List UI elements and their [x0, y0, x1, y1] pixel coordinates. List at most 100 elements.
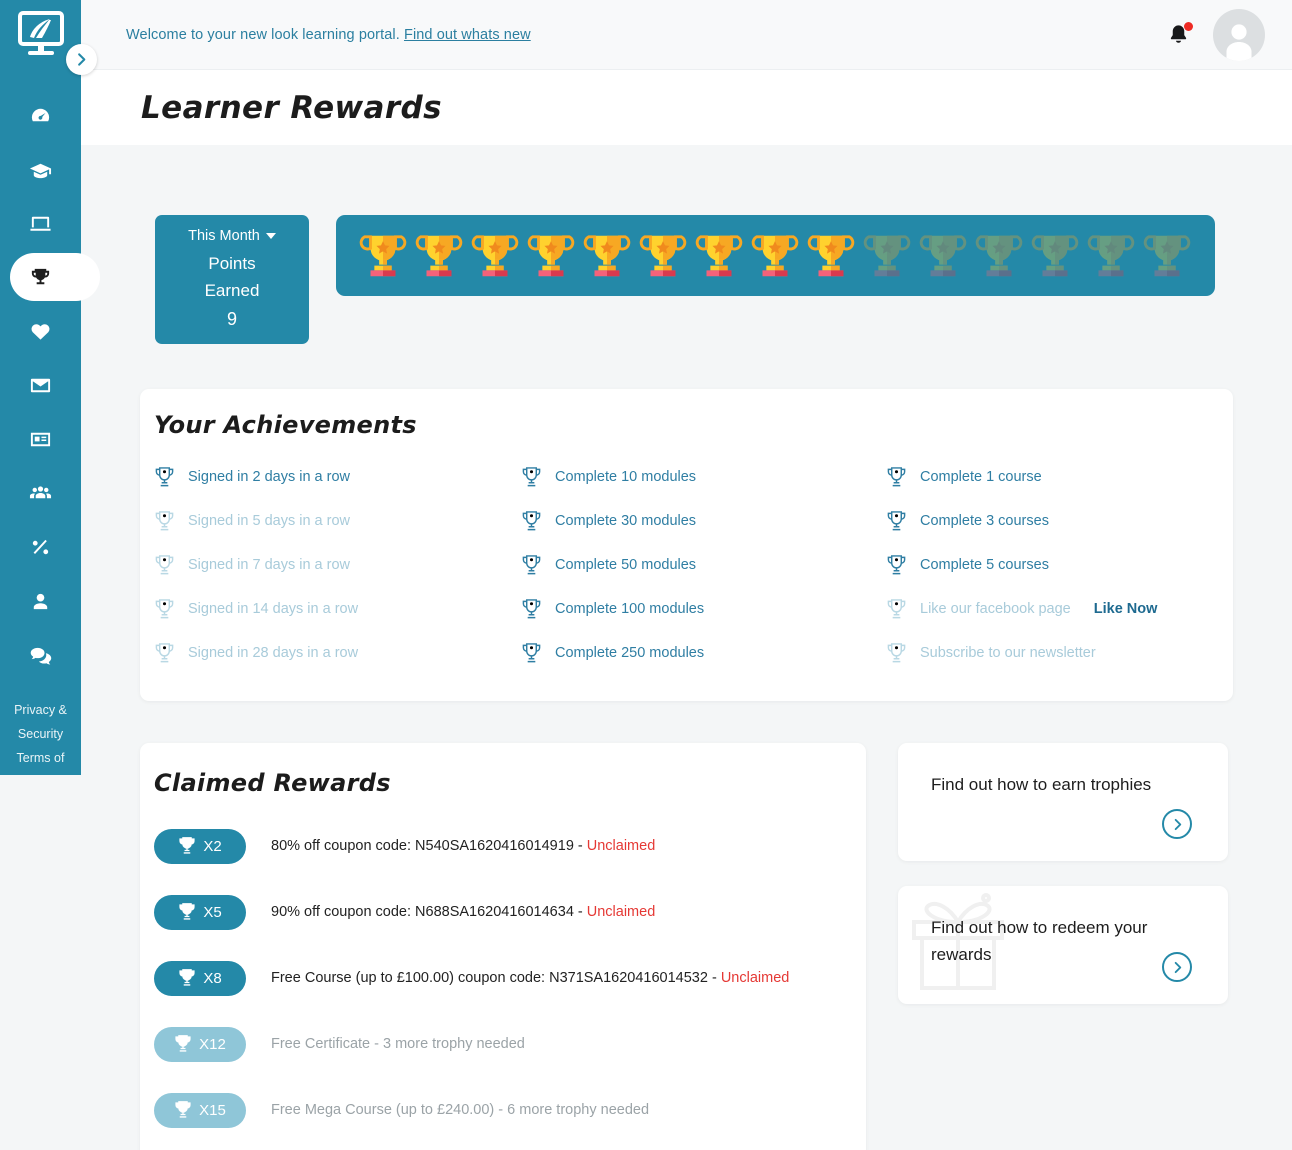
- trophy-badge-icon: [179, 903, 195, 920]
- achievement-item[interactable]: Like our facebook page Like Now: [886, 587, 1233, 631]
- sidebar-link-terms[interactable]: Terms of: [6, 746, 75, 770]
- sidebar-item-certificates[interactable]: [0, 412, 81, 466]
- achievement-item[interactable]: Complete 50 modules: [521, 543, 886, 587]
- trophy-outline-icon: [887, 642, 906, 662]
- reward-pill-count: X5: [203, 903, 222, 921]
- achievement-label: Complete 10 modules: [555, 469, 697, 485]
- chat-bubbles-icon: [30, 647, 52, 665]
- chevron-right-icon: [78, 53, 86, 66]
- achievement-item[interactable]: Complete 10 modules: [521, 455, 886, 499]
- achievement-item[interactable]: Signed in 28 days in a row: [154, 631, 521, 675]
- sidebar-item-offers[interactable]: [0, 520, 81, 574]
- gold-trophy-icon: [751, 234, 799, 276]
- trophy-progress-bar: [336, 215, 1215, 296]
- like-now-link[interactable]: Like Now: [1094, 601, 1158, 617]
- sidebar-item-rewards[interactable]: [0, 250, 100, 304]
- reward-description: 90% off coupon code: N688SA1620416014634…: [271, 904, 656, 920]
- trophy-outline-icon: [522, 642, 541, 662]
- sidebar-link-privacy-line1[interactable]: Privacy &: [6, 698, 75, 722]
- trophy-outline-icon: [887, 466, 906, 486]
- achievement-item[interactable]: Complete 30 modules: [521, 499, 886, 543]
- sidebar-item-community[interactable]: [0, 466, 81, 520]
- points-earned-card[interactable]: This Month Points Earned 9: [155, 215, 309, 344]
- achievement-item[interactable]: Complete 250 modules: [521, 631, 886, 675]
- sidebar-item-dashboard[interactable]: [0, 88, 81, 142]
- notification-alert-dot: [1184, 21, 1193, 31]
- points-label-line1: Points: [208, 254, 256, 273]
- whats-new-link[interactable]: Find out whats new: [404, 27, 531, 43]
- notifications-button[interactable]: [1167, 21, 1193, 48]
- info-card-go-button[interactable]: [1162, 952, 1192, 982]
- achievements-heading: Your Achievements: [154, 411, 417, 439]
- percent-icon: [32, 539, 49, 554]
- sidebar-expand-button[interactable]: [66, 44, 97, 75]
- trophy-badge-icon: [175, 1035, 191, 1052]
- info-card[interactable]: Find out how to redeem your rewards: [898, 886, 1228, 1004]
- sidebar-footer-links: Privacy & Security Terms of: [0, 698, 81, 770]
- achievements-card: Your Achievements Signed in 2 days in a …: [140, 389, 1233, 701]
- gold-trophy-icon: [1031, 234, 1079, 276]
- reward-trophy-pill: X15: [154, 1092, 246, 1128]
- gold-trophy-icon: [695, 234, 743, 276]
- achievement-item[interactable]: Complete 1 course: [886, 455, 1233, 499]
- info-card[interactable]: Find out how to earn trophies: [898, 743, 1228, 861]
- achievement-label: Complete 30 modules: [555, 513, 697, 529]
- achievement-item[interactable]: Complete 100 modules: [521, 587, 886, 631]
- reward-trophy-pill[interactable]: X8: [154, 960, 246, 996]
- gold-trophy-icon: [975, 234, 1023, 276]
- monitor-feather-logo-icon: [16, 11, 66, 59]
- achievement-label: Signed in 14 days in a row: [188, 601, 359, 617]
- gold-trophy-icon: [1087, 234, 1135, 276]
- achievement-item[interactable]: Subscribe to our newsletter: [886, 631, 1233, 675]
- graduation-cap-icon: [29, 163, 52, 178]
- achievement-label: Signed in 28 days in a row: [188, 645, 359, 661]
- trophy-outline-icon: [522, 466, 541, 486]
- claimed-rewards-card: Claimed Rewards X2 80% off coupon code: …: [140, 743, 866, 1150]
- achievement-item[interactable]: Complete 3 courses: [886, 499, 1233, 543]
- points-period-selector[interactable]: This Month: [188, 228, 276, 244]
- achievement-item[interactable]: Signed in 14 days in a row: [154, 587, 521, 631]
- achievement-item[interactable]: Signed in 5 days in a row: [154, 499, 521, 543]
- sidebar-item-favourites[interactable]: [0, 304, 81, 358]
- achievement-item[interactable]: Signed in 7 days in a row: [154, 543, 521, 587]
- summary-row: This Month Points Earned 9: [155, 215, 1292, 344]
- page-title-band: Learner Rewards: [81, 70, 1292, 145]
- reward-pill-count: X15: [199, 1101, 226, 1119]
- info-card-go-button[interactable]: [1162, 809, 1192, 839]
- achievement-label: Complete 100 modules: [555, 601, 705, 617]
- trophy-outline-icon: [155, 598, 174, 618]
- sidebar-link-privacy-line2[interactable]: Security: [6, 722, 75, 746]
- trophy-outline-icon: [887, 554, 906, 574]
- info-cards-column: Find out how to earn trophies Find out h…: [898, 743, 1228, 1004]
- sidebar-item-messages[interactable]: [0, 358, 81, 412]
- gold-trophy-icon: [471, 234, 519, 276]
- gold-trophy-icon: [1143, 234, 1191, 276]
- sidebar-item-support[interactable]: [0, 628, 81, 682]
- envelope-icon: [30, 378, 51, 392]
- achievement-label: Complete 50 modules: [555, 557, 697, 573]
- laptop-screen-icon: [30, 216, 51, 231]
- info-card-text: Find out how to redeem your rewards: [931, 918, 1148, 964]
- trophy-outline-icon: [155, 554, 174, 574]
- points-period-label: This Month: [188, 228, 260, 244]
- reward-status: Unclaimed: [720, 970, 790, 986]
- main-sidebar: Privacy & Security Terms of: [0, 0, 100, 775]
- avatar[interactable]: [1213, 8, 1265, 61]
- sidebar-item-learning[interactable]: [0, 196, 81, 250]
- achievement-item[interactable]: Complete 5 courses: [886, 543, 1233, 587]
- sidebar-item-courses[interactable]: [0, 142, 81, 196]
- gold-trophy-icon: [807, 234, 855, 276]
- reward-status: Unclaimed: [586, 904, 656, 920]
- achievement-label: Like our facebook page: [920, 601, 1071, 617]
- sidebar-item-profile[interactable]: [0, 574, 81, 628]
- trophy-outline-icon: [155, 510, 174, 530]
- reward-row: X5 90% off coupon code: N688SA1620416014…: [154, 879, 866, 945]
- trophy-outline-icon: [522, 554, 541, 574]
- achievement-item[interactable]: Signed in 2 days in a row: [154, 455, 521, 499]
- achievement-label: Signed in 5 days in a row: [188, 513, 351, 529]
- points-value: 9: [226, 309, 237, 329]
- reward-trophy-pill[interactable]: X5: [154, 894, 246, 930]
- reward-row: X2 80% off coupon code: N540SA1620416014…: [154, 813, 866, 879]
- reward-trophy-pill[interactable]: X2: [154, 828, 246, 864]
- gold-trophy-icon: [863, 234, 911, 276]
